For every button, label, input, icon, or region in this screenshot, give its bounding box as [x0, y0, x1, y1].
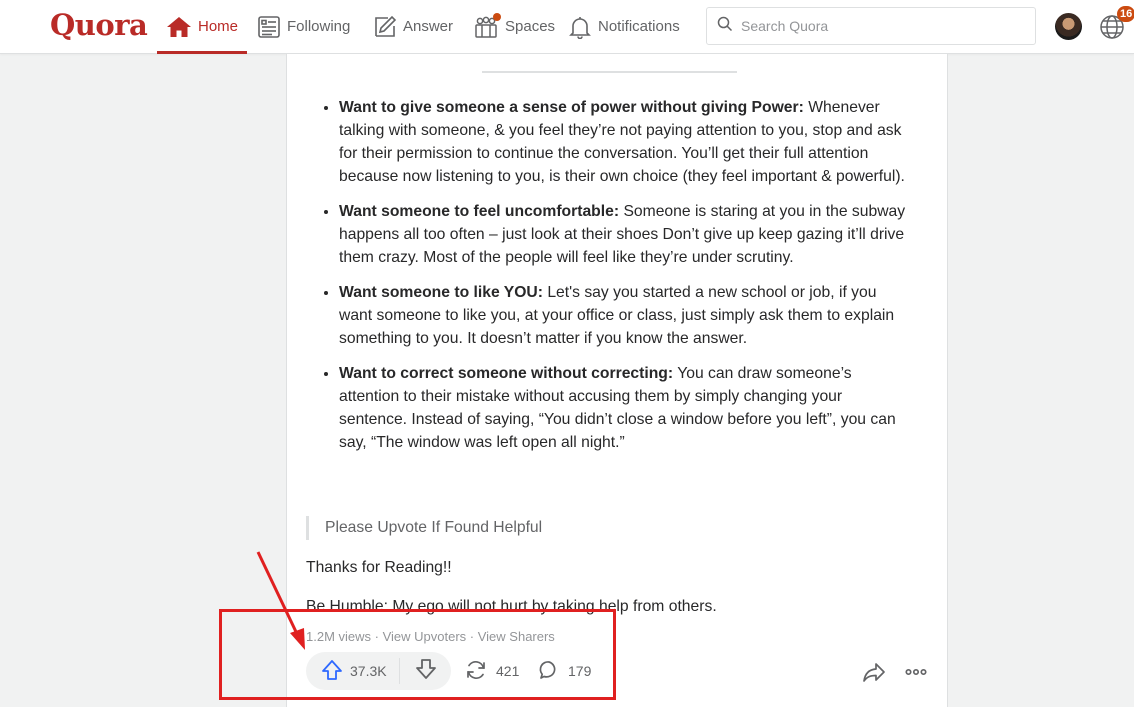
reshare-count: 421	[496, 663, 520, 679]
nav-spaces-label: Spaces	[505, 18, 556, 35]
following-icon	[257, 15, 281, 39]
upvote-button[interactable]: 37.3K	[306, 652, 399, 690]
list-item: Want someone to feel uncomfortable: Some…	[339, 200, 906, 269]
meta-separator: ·	[371, 629, 383, 644]
search-icon	[717, 16, 733, 37]
view-sharers-link[interactable]: View Sharers	[478, 629, 555, 644]
answer-card: Want to give someone a sense of power wi…	[286, 54, 948, 707]
thanks-text: Thanks for Reading!!	[306, 559, 452, 576]
meta-separator: ·	[466, 629, 478, 644]
reshare-button[interactable]: 421	[464, 652, 519, 690]
downvote-button[interactable]	[400, 652, 438, 690]
bell-icon	[568, 15, 592, 39]
upvote-arrow-icon	[320, 658, 344, 685]
action-bar: 37.3K 421 179	[306, 650, 936, 694]
nav-notifications[interactable]: Notifications	[568, 0, 680, 53]
nav-home-label: Home	[197, 18, 238, 35]
nav-notifications-label: Notifications	[598, 18, 680, 35]
reshare-icon	[464, 658, 488, 685]
answer-body: Want to give someone a sense of power wi…	[306, 96, 906, 466]
list-item: Want to give someone a sense of power wi…	[339, 96, 906, 188]
search-input[interactable]	[739, 17, 1023, 35]
tip-title: Want to correct someone without correcti…	[339, 365, 674, 382]
divider	[482, 71, 737, 73]
nav-answer-label: Answer	[403, 18, 454, 35]
list-item: Want to correct someone without correcti…	[339, 362, 906, 454]
pencil-icon	[373, 15, 397, 39]
nav-following-label: Following	[287, 18, 351, 35]
tips-list: Want to give someone a sense of power wi…	[306, 96, 906, 454]
downvote-arrow-icon	[414, 657, 438, 686]
top-navigation-bar: Quora Home Following Answer Spaces Notif…	[0, 0, 1134, 54]
share-forward-icon[interactable]	[862, 660, 886, 689]
blockquote: Please Upvote If Found Helpful	[306, 516, 542, 540]
home-icon	[166, 15, 192, 39]
comment-icon	[538, 659, 560, 684]
humble-text: Be Humble: My ego will not hurt by takin…	[306, 598, 717, 615]
comment-button[interactable]: 179	[538, 652, 591, 690]
language-badge: 16	[1117, 6, 1134, 22]
nav-spaces[interactable]: Spaces	[473, 0, 555, 53]
more-options-icon[interactable]	[904, 660, 928, 689]
tip-title: Want to give someone a sense of power wi…	[339, 99, 804, 116]
quora-logo[interactable]: Quora	[50, 8, 148, 42]
views-count: 1.2M views	[306, 629, 372, 644]
avatar[interactable]	[1055, 13, 1082, 40]
tip-title: Want someone to feel uncomfortable:	[339, 203, 620, 220]
spaces-notification-dot	[493, 12, 501, 21]
comment-count: 179	[568, 663, 592, 679]
spaces-icon	[473, 12, 501, 39]
nav-answer[interactable]: Answer	[373, 0, 453, 53]
search-box[interactable]	[706, 7, 1036, 45]
nav-home[interactable]: Home	[157, 0, 247, 54]
list-item: Want someone to like YOU: Let's say you …	[339, 281, 906, 350]
tip-title: Want someone to like YOU:	[339, 284, 543, 301]
view-upvoters-link[interactable]: View Upvoters	[383, 629, 467, 644]
nav-following[interactable]: Following	[257, 0, 350, 53]
upvote-count: 37.3K	[350, 663, 387, 679]
answer-meta: 1.2M views · View Upvoters · View Sharer…	[306, 629, 555, 644]
vote-pill: 37.3K	[306, 652, 451, 690]
